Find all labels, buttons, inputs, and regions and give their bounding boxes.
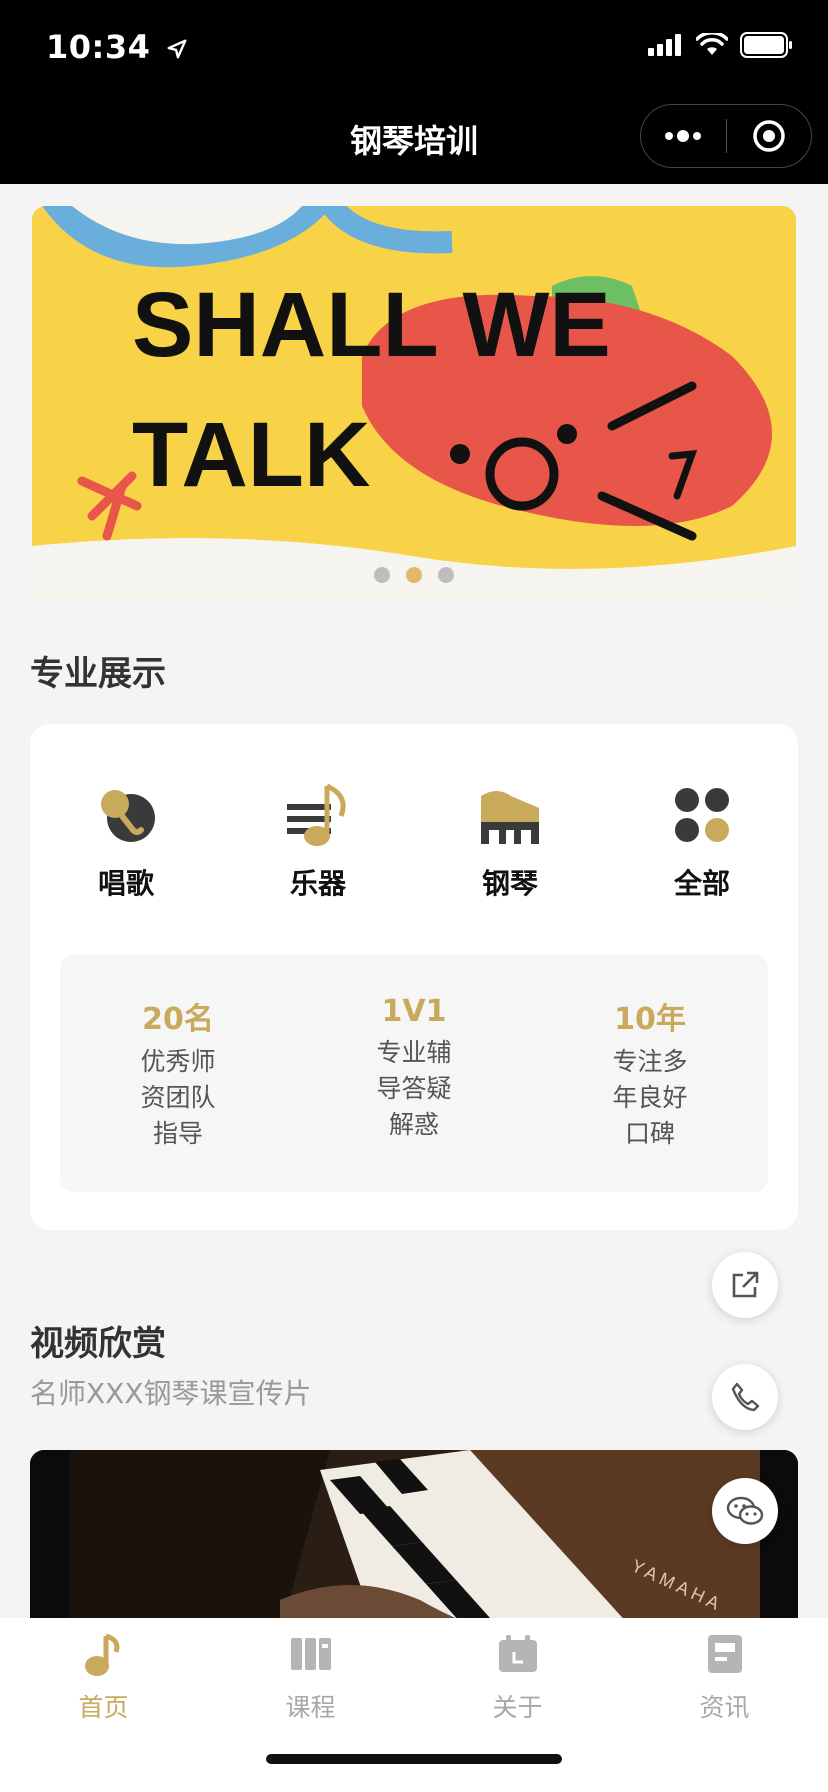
- video-subtitle: 名师XXX钢琴课宣传片: [30, 1377, 312, 1410]
- wechat-icon: [726, 1496, 764, 1525]
- stat-one-on-one: 1V1 专业辅 导答疑 解惑: [296, 954, 532, 1192]
- section-title-video: 视频欣赏: [30, 1324, 166, 1364]
- clock-text: 10:34: [46, 28, 151, 66]
- tab-home[interactable]: 首页: [0, 1618, 207, 1738]
- tab-bar: 首页 课程 关于 资讯: [0, 1618, 828, 1792]
- stat-line: 解惑: [388, 1110, 439, 1139]
- tab-about[interactable]: 关于: [414, 1618, 621, 1738]
- piano-icon: [481, 791, 539, 844]
- showcase-card: 唱歌 乐器 钢琴 全部 20名 优秀师 资团队 指导 1V1 专业辅 导答疑 解…: [30, 724, 798, 1230]
- stat-years: 10年 专注多 年良好 口碑: [532, 954, 768, 1192]
- banner-text-line1: SHALL WE: [132, 274, 611, 376]
- tab-label: 资讯: [699, 1693, 750, 1722]
- stat-line: 优秀师: [140, 1047, 216, 1076]
- stats-panel: 20名 优秀师 资团队 指导 1V1 专业辅 导答疑 解惑 10年 专注多 年良…: [60, 954, 768, 1192]
- category-all[interactable]: 全部: [606, 782, 798, 902]
- status-bar: 10:34: [0, 0, 828, 90]
- share-button[interactable]: [712, 1252, 778, 1318]
- status-icons: [648, 32, 794, 58]
- stat-line: 指导: [152, 1119, 203, 1148]
- signal-icon: [648, 34, 681, 56]
- tab-label: 关于: [492, 1693, 543, 1722]
- wifi-icon: [696, 33, 728, 55]
- category-label: 钢琴: [481, 867, 538, 900]
- stat-line: 专业辅: [376, 1038, 452, 1067]
- stat-line: 年良好: [612, 1083, 688, 1112]
- status-time: 10:34: [46, 28, 188, 66]
- music-note-icon: [84, 1633, 119, 1676]
- carousel-dots: [32, 567, 796, 583]
- category-singing[interactable]: 唱歌: [30, 782, 222, 902]
- banner-text-line2: TALK: [132, 404, 370, 506]
- carousel-dot[interactable]: [438, 567, 454, 583]
- phone-icon: [731, 1382, 760, 1412]
- mini-program-capsule: [640, 104, 812, 168]
- wechat-button[interactable]: [712, 1478, 778, 1544]
- target-close-icon: [753, 120, 785, 152]
- battery-icon: [740, 32, 792, 58]
- home-indicator[interactable]: [266, 1754, 562, 1764]
- category-label: 乐器: [289, 867, 346, 900]
- more-button[interactable]: [641, 105, 726, 167]
- nav-bar: 钢琴培训: [0, 90, 828, 184]
- location-arrow-icon: [167, 39, 187, 59]
- more-dots-icon: [665, 130, 702, 142]
- tab-label: 首页: [78, 1693, 129, 1722]
- music-note-icon: [287, 783, 346, 846]
- share-icon: [732, 1271, 759, 1298]
- close-mini-program-button[interactable]: [727, 105, 812, 167]
- category-label: 全部: [673, 867, 730, 900]
- stat-value: 10年: [614, 1002, 686, 1037]
- carousel-dot[interactable]: [374, 567, 390, 583]
- category-row: 唱歌 乐器 钢琴 全部: [30, 782, 798, 902]
- stat-value: 1V1: [381, 994, 447, 1029]
- banner-illustration: SHALL WE TALK: [32, 206, 796, 601]
- microphone-icon: [101, 790, 155, 842]
- grid-icon: [675, 788, 729, 842]
- tab-label: 课程: [285, 1693, 336, 1722]
- category-piano[interactable]: 钢琴: [414, 782, 606, 902]
- category-instruments[interactable]: 乐器: [222, 782, 414, 902]
- stat-value: 20名: [142, 1002, 214, 1037]
- section-title-showcase: 专业展示: [30, 654, 166, 694]
- stat-line: 口碑: [624, 1119, 675, 1148]
- stat-line: 资团队: [140, 1083, 216, 1112]
- phone-button[interactable]: [712, 1364, 778, 1430]
- books-icon: [290, 1638, 331, 1670]
- stat-teachers: 20名 优秀师 资团队 指导: [60, 954, 296, 1192]
- stat-line: 导答疑: [376, 1074, 452, 1103]
- banner-carousel[interactable]: SHALL WE TALK: [32, 206, 796, 601]
- category-label: 唱歌: [97, 867, 154, 900]
- tab-news[interactable]: 资讯: [621, 1618, 828, 1738]
- stat-line: 专注多: [612, 1047, 688, 1076]
- carousel-dot-active[interactable]: [406, 567, 422, 583]
- tab-courses[interactable]: 课程: [207, 1618, 414, 1738]
- calendar-icon: [498, 1635, 537, 1672]
- document-icon: [707, 1635, 742, 1673]
